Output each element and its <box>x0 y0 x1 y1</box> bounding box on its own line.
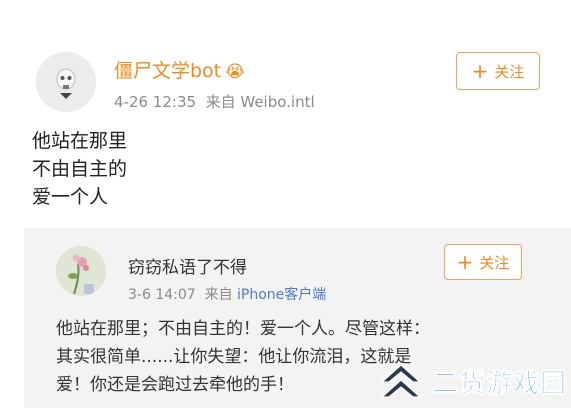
watermark-text: 二货游戏园 <box>432 368 568 399</box>
repost-content-line: 他站在那里；不由自主的！爱一个人。尽管这样： <box>56 319 430 339</box>
repost-username[interactable]: 窃窃私语了不得 <box>128 253 247 278</box>
post-timestamp: 4-26 12:35 <box>114 93 197 111</box>
plus-icon: + <box>471 59 489 83</box>
flower-avatar-icon <box>56 246 106 296</box>
follow-button[interactable]: + 关注 <box>456 52 540 90</box>
repost-meta: 3-6 14:07 来自 iPhone客户端 <box>128 284 326 304</box>
post-content-line: 爱一个人 <box>32 186 109 208</box>
post-content-line: 他站在那里 <box>32 130 128 152</box>
username-link[interactable]: 僵尸文学bot 😭 <box>114 56 245 83</box>
repost-follow-button[interactable]: + 关注 <box>444 244 522 280</box>
post-content-line: 不由自主的 <box>32 158 128 180</box>
repost-timestamp: 3-6 14:07 <box>128 287 196 303</box>
user-avatar[interactable] <box>36 52 96 112</box>
post-content: 他站在那里 不由自主的 爱一个人 <box>32 127 127 211</box>
crying-face-icon: 😭 <box>225 62 246 82</box>
repost-source-prefix: 来自 <box>204 287 238 303</box>
weibo-post: 僵尸文学bot 😭 4-26 12:35 来自 Weibo.intl + 关注 他站… <box>0 0 571 228</box>
site-watermark: 二货游戏园 <box>378 358 567 404</box>
repost-user-avatar[interactable] <box>56 246 106 296</box>
double-chevron-logo-icon <box>380 364 422 398</box>
repost-source-link[interactable]: iPhone客户端 <box>237 287 326 303</box>
follow-label: 关注 <box>494 62 525 81</box>
plus-icon: + <box>456 250 474 274</box>
post-meta: 4-26 12:35 来自 Weibo.intl <box>114 91 315 112</box>
post-source: 来自 Weibo.intl <box>205 93 315 111</box>
follow-label: 关注 <box>479 253 510 272</box>
skull-avatar-icon <box>36 52 96 112</box>
username-text: 僵尸文学bot <box>114 60 222 82</box>
